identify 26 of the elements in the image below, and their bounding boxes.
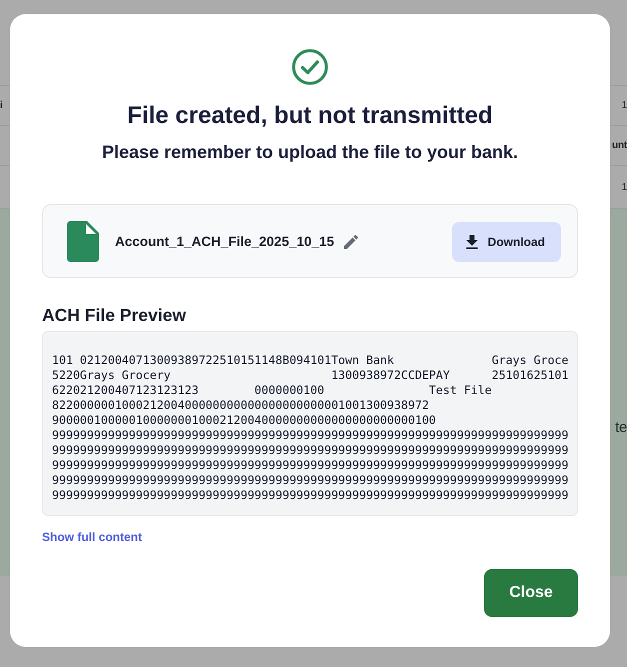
preview-line: 99999999999999999999999999999999999999999999999999999999999999999999999999: [52, 473, 569, 488]
column-header: i: [0, 100, 3, 111]
panel-text: te: [615, 419, 627, 436]
preview-heading: ACH File Preview: [42, 304, 186, 326]
column-header: unt: [612, 140, 627, 151]
preview-line: 622021200407123123123 0000000100 Test File: [52, 383, 492, 398]
preview-line: 9000001000001000000010002120040000000000000000000000100: [52, 413, 436, 428]
file-icon: [67, 221, 99, 262]
dialog-subtitle: Please remember to upload the file to your bank.: [102, 141, 518, 164]
dialog-title: File created, but not transmitted: [127, 101, 493, 131]
preview-line: 101 02120040713009389722510151148B094101Town Bank Grays Groce: [52, 353, 569, 368]
file-name: Account_1_ACH_File_2025_10_15: [115, 234, 334, 249]
preview-line: 99999999999999999999999999999999999999999999999999999999999999999999999999: [52, 443, 569, 458]
download-button[interactable]: Download: [452, 222, 561, 262]
table-cell: 1: [622, 182, 627, 192]
preview-line: 99999999999999999999999999999999999999999999999999999999999999999999999999: [52, 428, 569, 443]
table-cell: 1: [622, 100, 627, 111]
close-button[interactable]: Close: [484, 569, 578, 617]
download-icon: [466, 234, 478, 248]
pencil-icon[interactable]: [344, 234, 358, 248]
preview-line: 5220Grays Grocery 1300938972CCDEPAY 25101625101: [52, 368, 569, 383]
preview-line: 99999999999999999999999999999999999999999999999999999999999999999999999999: [52, 488, 569, 503]
show-full-content-link[interactable]: Show full content: [42, 529, 142, 545]
check-circle-icon: [292, 49, 328, 85]
preview-line: 822000000100021200400000000000000000000001001300938972: [52, 398, 429, 413]
preview-line: 99999999999999999999999999999999999999999999999999999999999999999999999999: [52, 458, 569, 473]
